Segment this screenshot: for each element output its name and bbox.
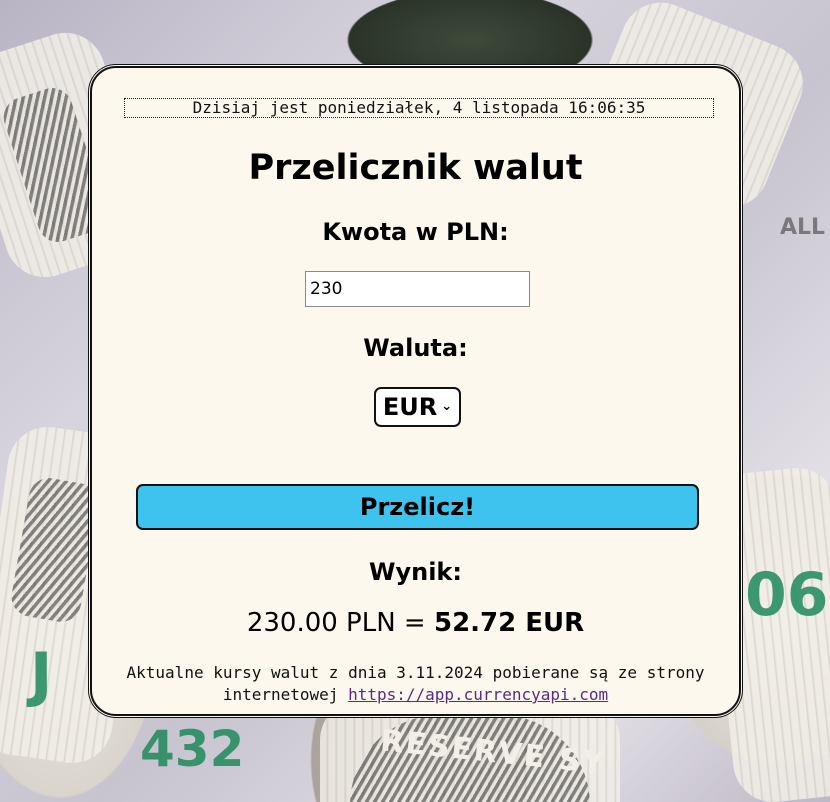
converter-card: Dzisiaj jest poniedziałek, 4 listopada 1… [90, 66, 741, 716]
amount-input[interactable] [305, 271, 530, 307]
result-value: 52.72 EUR [433, 608, 585, 638]
amount-label: Kwota w PLN: [322, 218, 509, 246]
bg-number-432: 432 [140, 720, 245, 778]
result-line: 230.00 PLN = 52.72 EUR [92, 608, 739, 638]
chevron-down-icon: ⌄ [441, 398, 453, 414]
bg-text-all: ALL [780, 215, 826, 240]
convert-button[interactable]: Przelicz! [136, 484, 699, 530]
currencyapi-link[interactable]: https://app.currencyapi.com [348, 685, 608, 704]
currency-select-value: EUR [382, 393, 438, 421]
datetime-display: Dzisiaj jest poniedziałek, 4 listopada 1… [124, 98, 714, 118]
page-title: Przelicznik walut [248, 148, 583, 188]
result-prefix: 230.00 PLN = [246, 608, 434, 638]
currency-select[interactable]: EUR ⌄ [374, 387, 461, 427]
result-label: Wynik: [369, 558, 462, 586]
bg-number-06: 06 [745, 560, 829, 630]
bg-number-j: J [30, 640, 53, 710]
footer-note: Aktualne kursy walut z dnia 3.11.2024 po… [122, 662, 709, 706]
currency-label: Waluta: [363, 334, 468, 362]
